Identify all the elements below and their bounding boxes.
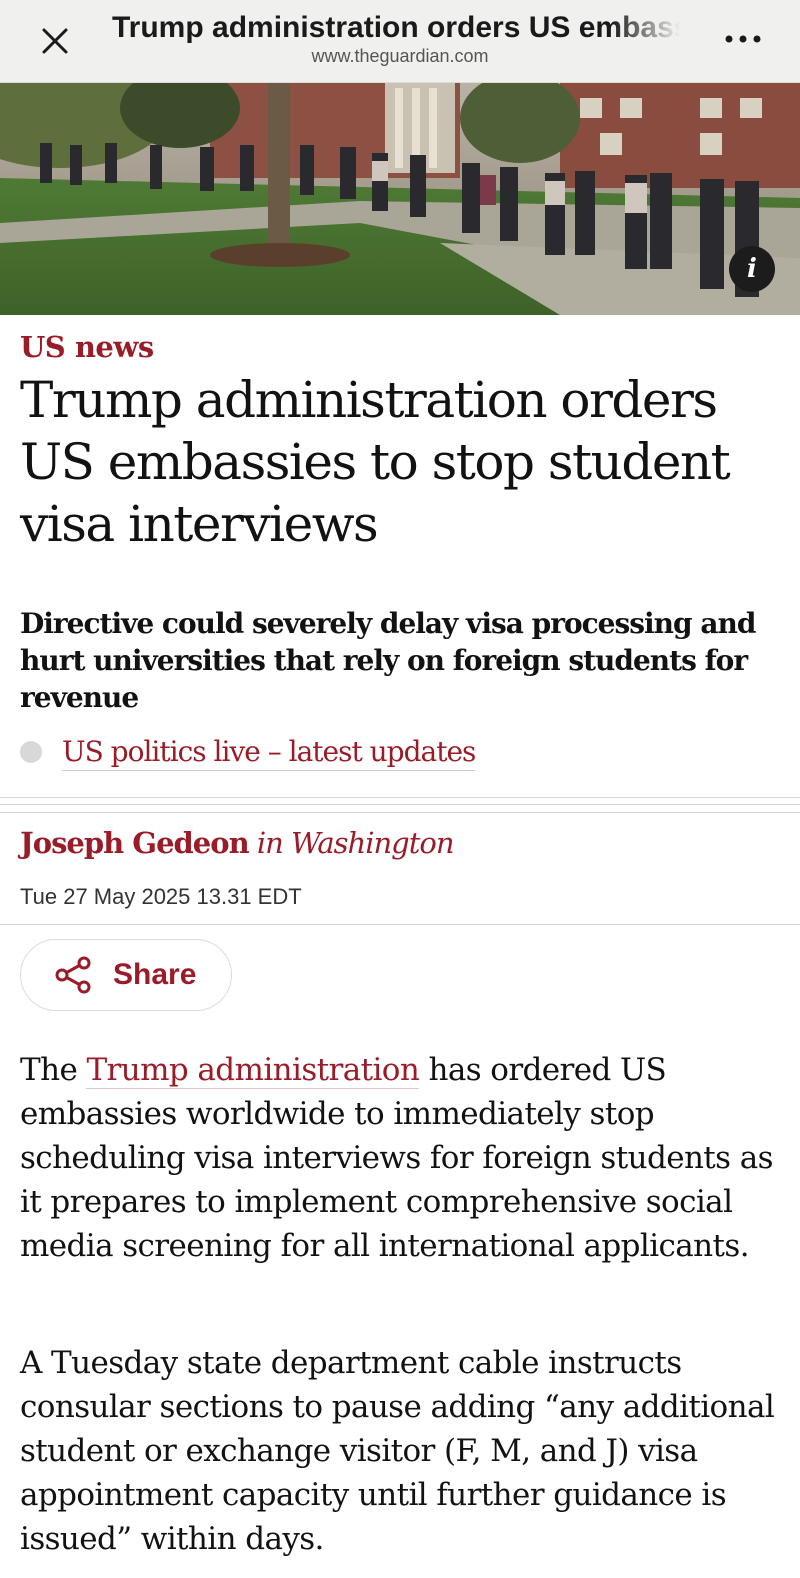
live-updates-link[interactable]: US politics live – latest updates	[20, 732, 476, 772]
body-paragraph: A Tuesday state department cable instruc…	[20, 1345, 775, 1557]
body-paragraph: The Trump administration has ordered US …	[20, 1048, 790, 1268]
more-options-icon[interactable]	[718, 24, 768, 54]
browser-top-bar: Trump administration orders US embassies…	[0, 0, 800, 83]
share-button[interactable]: Share	[20, 939, 232, 1011]
share-icon	[53, 955, 93, 995]
paragraph-text: The	[20, 1052, 87, 1088]
author-link[interactable]: Joseph Gedeon	[20, 826, 250, 860]
section-label[interactable]: US news	[20, 330, 154, 364]
share-label: Share	[113, 958, 197, 991]
publish-date: Tue 27 May 2025 13.31 EDT	[20, 884, 302, 909]
byline-location: in Washington	[256, 826, 455, 860]
image-info-button[interactable]: i	[729, 246, 775, 292]
divider	[0, 812, 800, 813]
article-headline: Trump administration orders US embassies…	[20, 371, 731, 553]
divider	[0, 797, 800, 798]
divider	[0, 924, 800, 925]
hero-image	[0, 83, 800, 315]
trump-administration-link[interactable]: Trump administration	[86, 1052, 420, 1089]
divider	[0, 804, 800, 805]
browser-page-title: Trump administration orders US embassies…	[112, 11, 680, 44]
live-updates-label: US politics live – latest updates	[62, 734, 476, 771]
live-dot-icon	[20, 741, 42, 763]
article-standfirst: Directive could severely delay visa proc…	[20, 607, 756, 714]
byline: Joseph Gedeon in Washington	[20, 826, 455, 860]
browser-url: www.theguardian.com	[311, 46, 489, 66]
